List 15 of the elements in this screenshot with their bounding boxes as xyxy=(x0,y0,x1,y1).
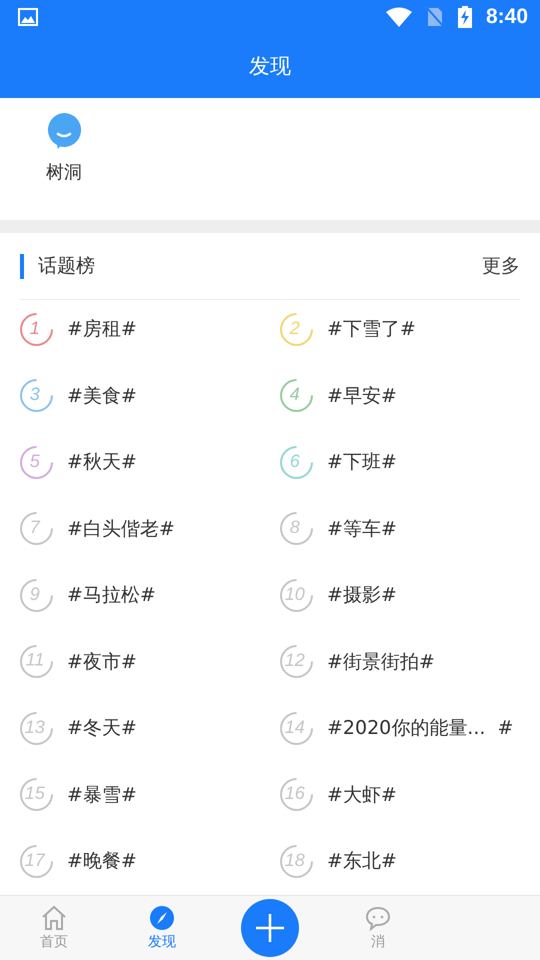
home-icon xyxy=(40,905,68,931)
compass-icon xyxy=(148,905,176,931)
battery-charging-icon xyxy=(458,6,472,28)
status-time: 8:40 xyxy=(486,5,528,29)
chat-bubble-icon xyxy=(46,112,82,150)
section-title: 话题榜 xyxy=(38,254,95,279)
chat-bubble-icon xyxy=(364,905,392,931)
page-title: 发现 xyxy=(249,53,291,80)
tree-hole-shortcut[interactable]: 树洞 xyxy=(40,98,88,220)
wifi-icon xyxy=(386,7,412,27)
image-icon xyxy=(18,8,38,26)
more-link[interactable]: 更多 xyxy=(482,253,520,279)
plus-icon xyxy=(255,913,285,943)
no-sim-icon xyxy=(426,7,444,27)
nav-tab[interactable]: 发现 xyxy=(108,905,216,951)
